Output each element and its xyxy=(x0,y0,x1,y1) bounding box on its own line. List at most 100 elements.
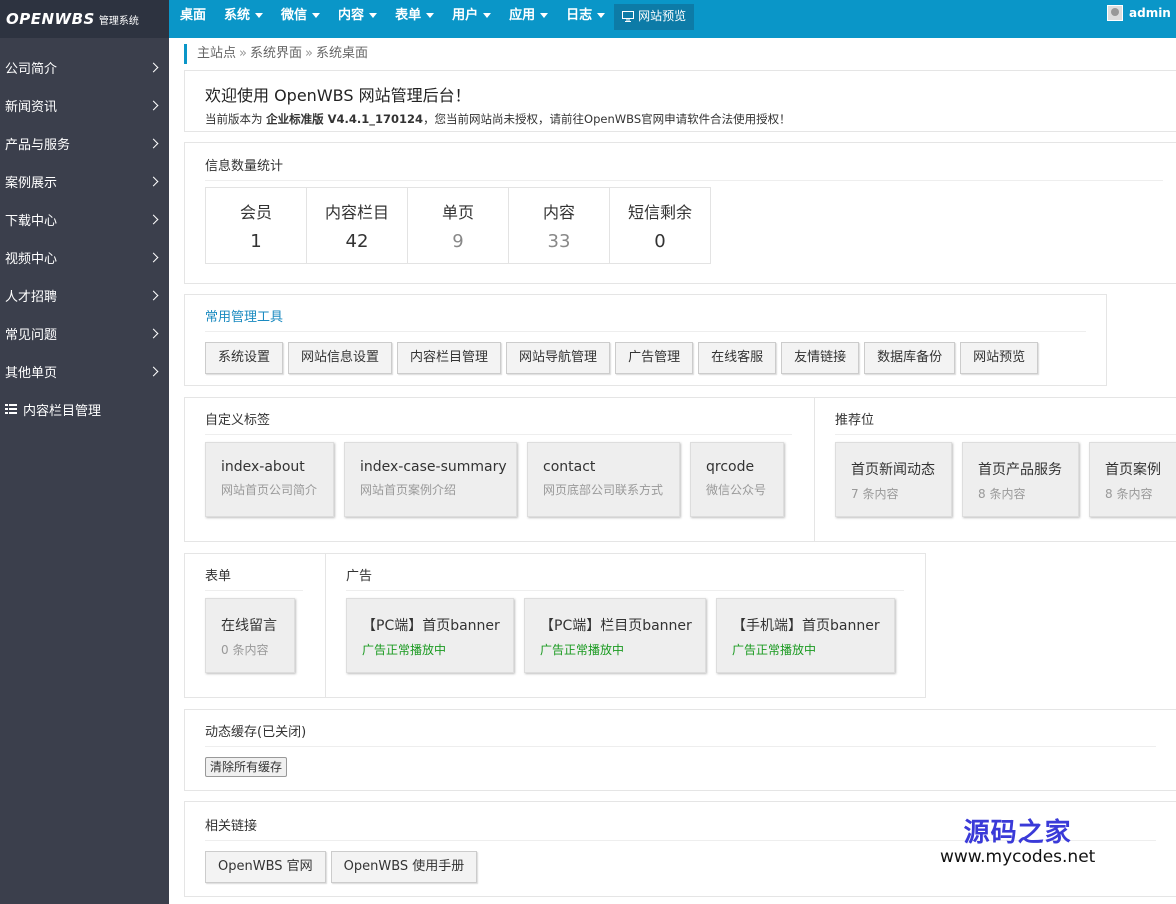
tool-button-ad-manage[interactable]: 广告管理 xyxy=(615,342,694,374)
tool-button-site-info[interactable]: 网站信息设置 xyxy=(288,342,393,374)
sidebar-item-label: 内容栏目管理 xyxy=(23,403,102,419)
logo-subtitle: 管理系统 xyxy=(98,15,139,27)
tile-desc: 网站首页公司简介 xyxy=(221,483,318,497)
sidebar-item-faq[interactable]: 常见问题 xyxy=(0,314,169,352)
caret-down-icon xyxy=(540,13,549,18)
nav-item-user[interactable]: 用户 xyxy=(443,0,500,38)
sidebar-item-company-intro[interactable]: 公司简介 xyxy=(0,48,169,86)
nav-site-preview-button[interactable]: 网站预览 xyxy=(614,4,695,30)
stat-value: 42 xyxy=(345,231,369,252)
stat-label: 会员 xyxy=(239,203,272,222)
logo[interactable]: OPENWBS 管理系统 xyxy=(0,0,169,38)
recommend-title: 推荐位 xyxy=(835,409,1176,435)
chevron-right-icon xyxy=(148,252,159,262)
tile-desc: 7 条内容 xyxy=(851,487,899,501)
stats-table: 会员 1 内容栏目 42 单页 9 内容 33 短信剩余 0 xyxy=(205,187,711,264)
tile-name: contact xyxy=(543,459,596,475)
breadcrumb-item[interactable]: 系统界面 xyxy=(250,46,302,61)
tag-tile-index-case-summary[interactable]: index-case-summary 网站首页案例介绍 xyxy=(344,442,517,517)
tool-button-friend-links[interactable]: 友情链接 xyxy=(781,342,860,374)
caret-down-icon xyxy=(597,13,606,18)
tool-button-nav-manage[interactable]: 网站导航管理 xyxy=(506,342,611,374)
nav-item-wechat[interactable]: 微信 xyxy=(272,0,329,38)
sidebar-item-products[interactable]: 产品与服务 xyxy=(0,124,169,162)
sidebar-item-column-manage[interactable]: 内容栏目管理 xyxy=(0,390,169,428)
recommend-tile-cases[interactable]: 首页案例 8 条内容 xyxy=(1089,442,1176,517)
caret-down-icon xyxy=(483,13,492,18)
caret-down-icon xyxy=(255,13,264,18)
forms-panel: 表单 在线留言 0 条内容 xyxy=(184,553,326,698)
nav-item-form[interactable]: 表单 xyxy=(386,0,443,38)
watermark-title: 源码之家 xyxy=(963,818,1072,848)
stat-label: 内容 xyxy=(542,203,575,222)
sidebar-item-jobs[interactable]: 人才招聘 xyxy=(0,276,169,314)
stat-label: 单页 xyxy=(441,203,474,222)
ad-status: 广告正常播放中 xyxy=(362,643,447,657)
tools-title: 常用管理工具 xyxy=(205,306,1086,332)
version-suffix: ，您当前网站尚未授权，请前往OpenWBS官网申请软件合法使用授权！ xyxy=(423,112,791,126)
nav-item-system[interactable]: 系统 xyxy=(215,0,272,38)
chevron-right-icon xyxy=(148,290,159,300)
chevron-right-icon xyxy=(148,176,159,186)
sidebar: 公司简介 新闻资讯 产品与服务 案例展示 下载中心 视频中心 人才招聘 常见问题… xyxy=(0,38,169,904)
sidebar-item-cases[interactable]: 案例展示 xyxy=(0,162,169,200)
breadcrumb-item[interactable]: 主站点 xyxy=(197,46,236,61)
chevron-right-icon xyxy=(148,138,159,148)
ad-status: 广告正常播放中 xyxy=(540,643,625,657)
nav-item-content[interactable]: 内容 xyxy=(329,0,386,38)
forms-title: 表单 xyxy=(205,565,303,591)
sidebar-item-label: 常见问题 xyxy=(5,327,58,343)
ads-title: 广告 xyxy=(346,565,904,591)
tool-button-online-service[interactable]: 在线客服 xyxy=(698,342,777,374)
tag-tile-qrcode[interactable]: qrcode 微信公众号 xyxy=(690,442,784,517)
recommend-tile-products[interactable]: 首页产品服务 8 条内容 xyxy=(962,442,1079,517)
stat-value: 9 xyxy=(452,231,464,252)
sidebar-item-label: 其他单页 xyxy=(5,365,58,381)
custom-tags-panel: 自定义标签 index-about 网站首页公司简介 index-case-sum… xyxy=(184,397,815,542)
form-tile-message[interactable]: 在线留言 0 条内容 xyxy=(205,598,295,673)
caret-down-icon xyxy=(426,13,435,18)
tile-name: qrcode xyxy=(706,459,755,475)
tool-button-system-settings[interactable]: 系统设置 xyxy=(205,342,284,374)
stat-cell-pages: 单页 9 xyxy=(407,187,509,264)
tile-name: 【PC端】栏目页banner xyxy=(540,618,692,634)
sidebar-item-label: 视频中心 xyxy=(5,251,58,267)
stat-value: 33 xyxy=(547,231,571,252)
ad-tile-pc-home[interactable]: 【PC端】首页banner 广告正常播放中 xyxy=(346,598,514,673)
tools-button-row: 系统设置 网站信息设置 内容栏目管理 网站导航管理 广告管理 在线客服 友情链接… xyxy=(205,342,1086,374)
tile-desc: 网页底部公司联系方式 xyxy=(543,483,664,497)
recommend-tile-news[interactable]: 首页新闻动态 7 条内容 xyxy=(835,442,952,517)
recommend-panel: 推荐位 首页新闻动态 7 条内容 首页产品服务 8 条内容 首页案例 8 条内容 xyxy=(814,397,1176,542)
nav-item-app[interactable]: 应用 xyxy=(500,0,557,38)
tool-button-column-manage[interactable]: 内容栏目管理 xyxy=(397,342,502,374)
tool-button-db-backup[interactable]: 数据库备份 xyxy=(864,342,956,374)
ad-tile-mobile-home[interactable]: 【手机端】首页banner 广告正常播放中 xyxy=(716,598,895,673)
ad-tile-pc-column[interactable]: 【PC端】栏目页banner 广告正常播放中 xyxy=(524,598,706,673)
ad-status: 广告正常播放中 xyxy=(732,643,817,657)
main-nav: 桌面 系统 微信 内容 表单 用户 应用 日志 网站预览 xyxy=(171,0,695,38)
ads-panel: 广告 【PC端】首页banner 广告正常播放中 【PC端】栏目页banner 广告… xyxy=(325,553,926,698)
link-button-official-site[interactable]: OpenWBS 官网 xyxy=(205,851,326,883)
sidebar-item-videos[interactable]: 视频中心 xyxy=(0,238,169,276)
user-menu[interactable]: admin (管 xyxy=(1107,4,1176,21)
tile-desc: 8 条内容 xyxy=(1105,487,1153,501)
sidebar-item-other-pages[interactable]: 其他单页 xyxy=(0,352,169,390)
tool-button-site-preview[interactable]: 网站预览 xyxy=(960,342,1039,374)
tag-tile-index-about[interactable]: index-about 网站首页公司简介 xyxy=(205,442,334,517)
watermark-url: www.mycodes.net xyxy=(940,847,1096,867)
cache-title: 动态缓存(已关闭) xyxy=(205,721,1156,747)
sidebar-item-downloads[interactable]: 下载中心 xyxy=(0,200,169,238)
sidebar-item-news[interactable]: 新闻资讯 xyxy=(0,86,169,124)
tile-desc: 微信公众号 xyxy=(706,483,767,497)
nav-label: 桌面 xyxy=(180,8,207,23)
clear-cache-button[interactable]: 清除所有缓存 xyxy=(205,757,288,777)
nav-item-desktop[interactable]: 桌面 xyxy=(171,0,215,38)
cache-panel: 动态缓存(已关闭) 清除所有缓存 xyxy=(184,709,1176,791)
chevron-right-icon xyxy=(148,62,159,72)
nav-preview-label: 网站预览 xyxy=(638,9,687,23)
link-button-manual[interactable]: OpenWBS 使用手册 xyxy=(330,851,478,883)
nav-label: 系统 xyxy=(224,8,251,23)
welcome-title: 欢迎使用 OpenWBS 网站管理后台！ xyxy=(205,86,471,105)
tag-tile-contact[interactable]: contact 网页底部公司联系方式 xyxy=(527,442,680,517)
nav-item-log[interactable]: 日志 xyxy=(557,0,614,38)
